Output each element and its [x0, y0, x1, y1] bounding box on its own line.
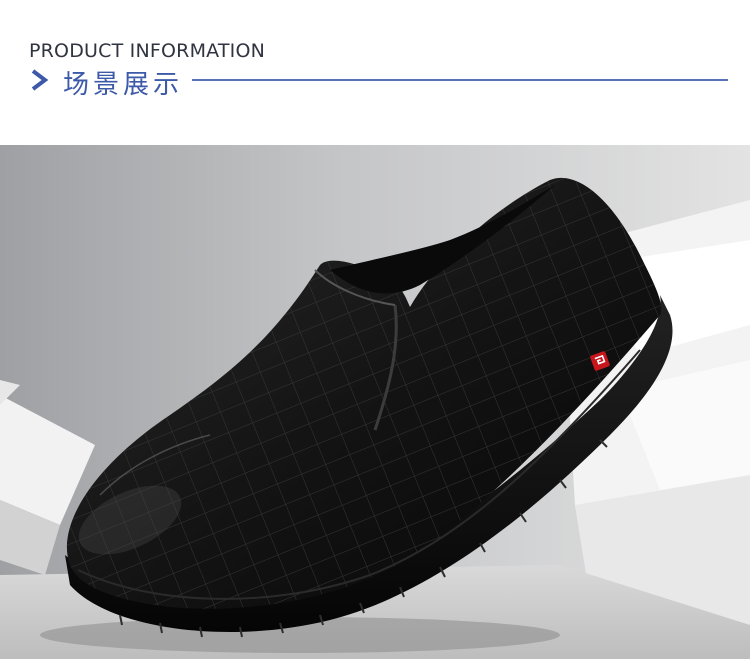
product-scene-photo	[0, 145, 750, 659]
section-title-en: PRODUCT INFORMATION	[29, 40, 266, 62]
section-header: PRODUCT INFORMATION 场景展示	[0, 0, 750, 145]
chevron-right-icon	[31, 69, 49, 91]
title-divider	[192, 79, 728, 81]
section-title-row: 场景展示	[29, 64, 728, 100]
section-title-cn: 场景展示	[63, 70, 184, 100]
